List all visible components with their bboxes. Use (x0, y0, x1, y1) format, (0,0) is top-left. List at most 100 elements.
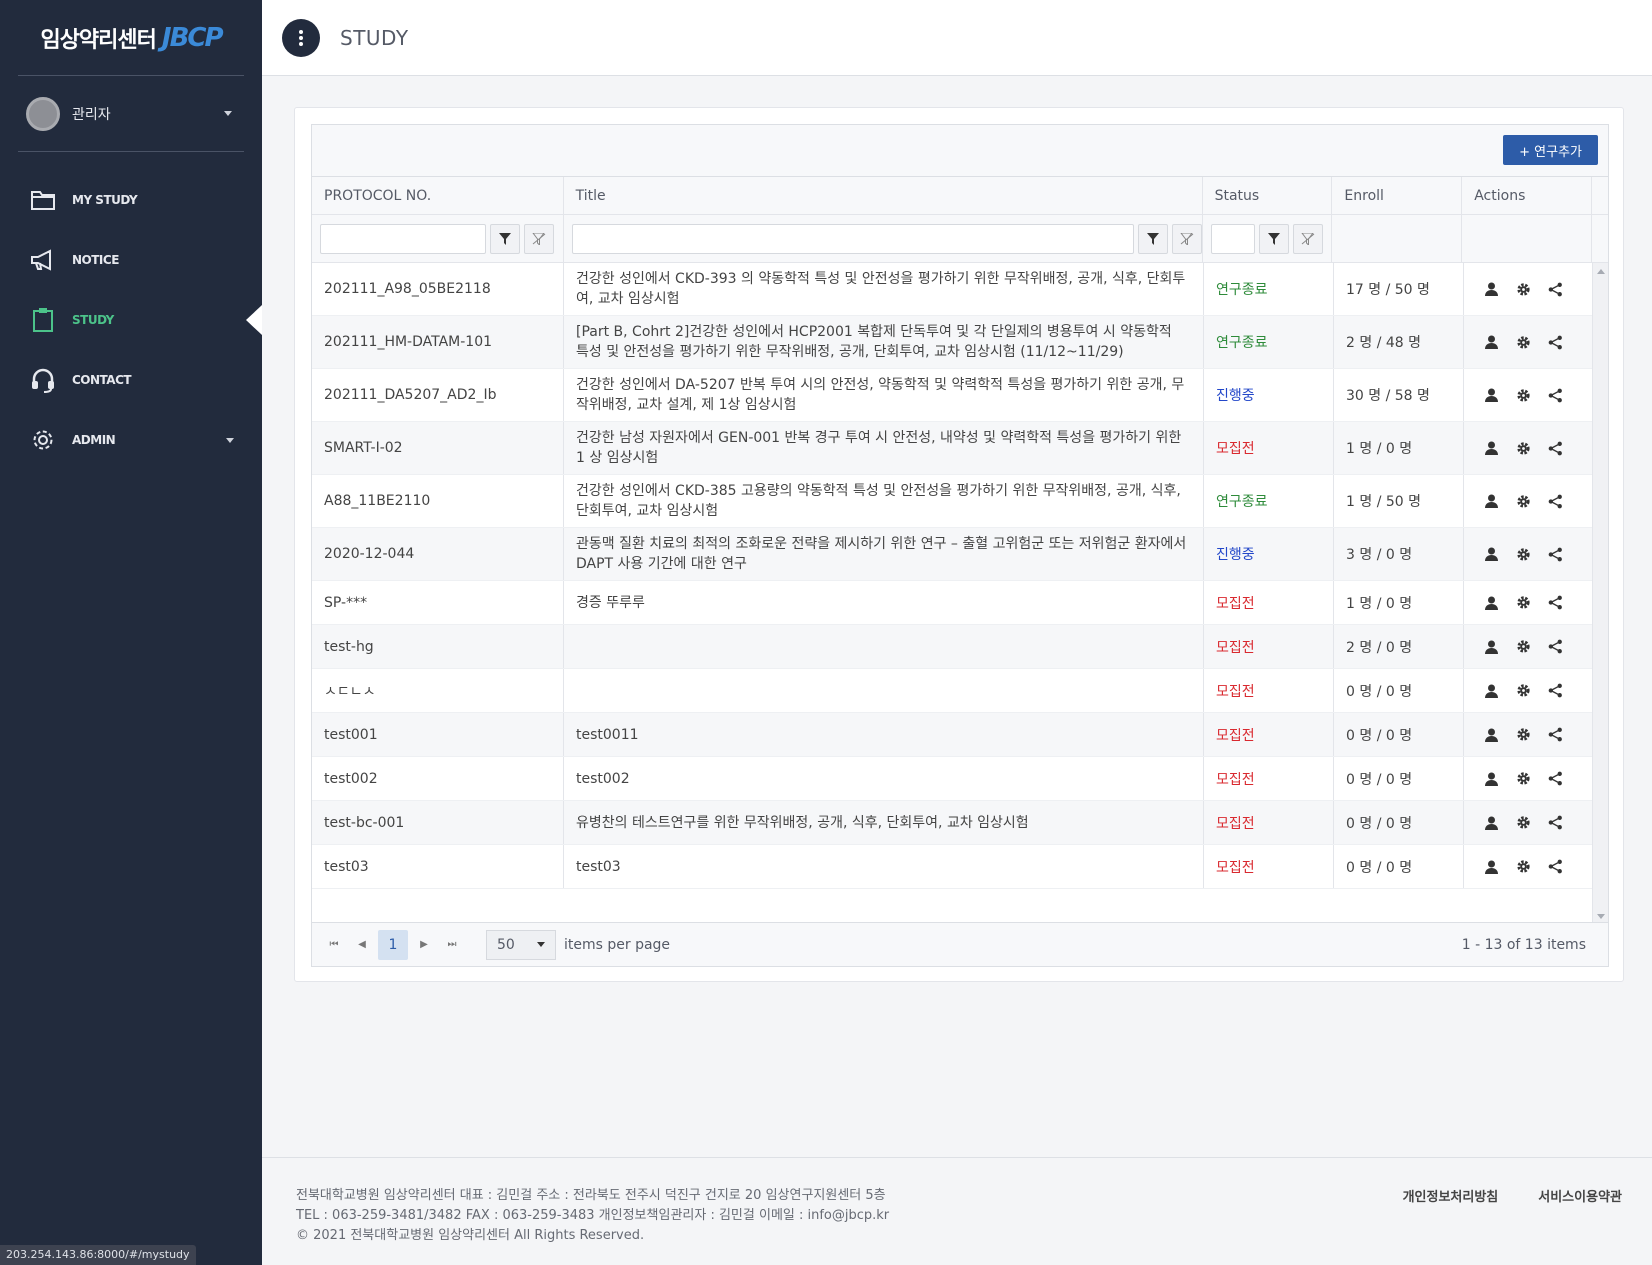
settings-icon[interactable] (1514, 682, 1532, 700)
title-cell[interactable]: [Part B, Cohrt 2]건강한 성인에서 HCP2001 복합제 단독… (564, 316, 1204, 368)
user-icon[interactable] (1482, 439, 1500, 457)
protocol-cell[interactable]: A88_11BE2110 (312, 475, 564, 527)
user-icon[interactable] (1482, 545, 1500, 563)
sidebar-item-study[interactable]: STUDY (0, 290, 262, 350)
settings-icon[interactable] (1514, 594, 1532, 612)
share-icon[interactable] (1546, 386, 1564, 404)
table-row[interactable]: test03 test03 모집전 0 명 / 0 명 (312, 845, 1608, 889)
title-cell[interactable]: 관동맥 질환 치료의 최적의 조화로운 전략을 제시하기 위한 연구 – 출혈 … (564, 528, 1204, 580)
title-cell[interactable]: 경증 뚜루루 (564, 581, 1204, 624)
user-icon[interactable] (1482, 814, 1500, 832)
sidebar-item-contact[interactable]: CONTACT (0, 350, 262, 410)
settings-icon[interactable] (1514, 333, 1532, 351)
sidebar-item-my-study[interactable]: MY STUDY (0, 170, 262, 230)
title-cell[interactable]: test03 (564, 845, 1204, 888)
user-icon[interactable] (1482, 280, 1500, 298)
protocol-cell[interactable]: test-hg (312, 625, 564, 668)
table-row[interactable]: ㅅㄷㄴㅅ 모집전 0 명 / 0 명 (312, 669, 1608, 713)
next-page-button[interactable]: ▶ (410, 931, 438, 959)
terms-link[interactable]: 서비스이용약관 (1538, 1186, 1622, 1205)
share-icon[interactable] (1546, 726, 1564, 744)
user-icon[interactable] (1482, 726, 1500, 744)
share-icon[interactable] (1546, 682, 1564, 700)
settings-icon[interactable] (1514, 439, 1532, 457)
protocol-filter-input[interactable] (320, 223, 486, 254)
user-icon[interactable] (1482, 770, 1500, 788)
vertical-scrollbar[interactable] (1592, 263, 1608, 925)
status-filter-input[interactable] (1210, 223, 1255, 254)
title-cell[interactable] (564, 669, 1204, 712)
share-icon[interactable] (1546, 545, 1564, 563)
protocol-cell[interactable]: test-bc-001 (312, 801, 564, 844)
table-row[interactable]: 202111_A98_05BE2118 건강한 성인에서 CKD-393 의 약동… (312, 263, 1608, 316)
protocol-cell[interactable]: SP-*** (312, 581, 564, 624)
clear-filter-button[interactable] (1171, 223, 1202, 254)
user-icon[interactable] (1482, 333, 1500, 351)
settings-icon[interactable] (1514, 280, 1532, 298)
column-header-status[interactable]: Status (1203, 177, 1333, 214)
clear-filter-button[interactable] (1292, 223, 1323, 254)
share-icon[interactable] (1546, 439, 1564, 457)
protocol-cell[interactable]: test03 (312, 845, 564, 888)
settings-icon[interactable] (1514, 545, 1532, 563)
settings-icon[interactable] (1514, 638, 1532, 656)
user-icon[interactable] (1482, 594, 1500, 612)
protocol-cell[interactable]: 2020-12-044 (312, 528, 564, 580)
share-icon[interactable] (1546, 638, 1564, 656)
sidebar-item-admin[interactable]: ADMIN (0, 410, 262, 470)
table-row[interactable]: test001 test0011 모집전 0 명 / 0 명 (312, 713, 1608, 757)
user-menu[interactable]: 관리자 (18, 76, 244, 152)
share-icon[interactable] (1546, 858, 1564, 876)
menu-button[interactable] (282, 18, 320, 57)
table-row[interactable]: 2020-12-044 관동맥 질환 치료의 최적의 조화로운 전략을 제시하기 … (312, 528, 1608, 581)
protocol-cell[interactable]: 202111_DA5207_AD2_Ib (312, 369, 564, 421)
last-page-button[interactable]: ⏭ (438, 931, 466, 959)
user-icon[interactable] (1482, 638, 1500, 656)
clear-filter-button[interactable] (524, 223, 554, 254)
title-cell[interactable]: 유병찬의 테스트연구를 위한 무작위배정, 공개, 식후, 단회투여, 교차 임… (564, 801, 1204, 844)
filter-button[interactable] (490, 223, 520, 254)
title-cell[interactable] (564, 625, 1204, 668)
title-cell[interactable]: 건강한 남성 자원자에서 GEN-001 반복 경구 투여 시 안전성, 내약성… (564, 422, 1204, 474)
title-cell[interactable]: test002 (564, 757, 1204, 800)
settings-icon[interactable] (1514, 858, 1532, 876)
settings-icon[interactable] (1514, 492, 1532, 510)
page-number-button[interactable]: 1 (378, 929, 408, 960)
scroll-down-icon[interactable] (1597, 914, 1605, 919)
privacy-policy-link[interactable]: 개인정보처리방침 (1403, 1186, 1499, 1205)
table-row[interactable]: SP-*** 경증 뚜루루 모집전 1 명 / 0 명 (312, 581, 1608, 625)
share-icon[interactable] (1546, 814, 1564, 832)
table-row[interactable]: test002 test002 모집전 0 명 / 0 명 (312, 757, 1608, 801)
user-icon[interactable] (1482, 386, 1500, 404)
title-cell[interactable]: 건강한 성인에서 CKD-385 고용량의 약동학적 특성 및 안전성을 평가하… (564, 475, 1204, 527)
prev-page-button[interactable]: ◀ (348, 931, 376, 959)
table-row[interactable]: test-bc-001 유병찬의 테스트연구를 위한 무작위배정, 공개, 식후,… (312, 801, 1608, 845)
filter-button[interactable] (1137, 223, 1168, 254)
filter-button[interactable] (1258, 223, 1289, 254)
share-icon[interactable] (1546, 770, 1564, 788)
add-study-button[interactable]: + 연구추가 (1503, 135, 1598, 165)
settings-icon[interactable] (1514, 726, 1532, 744)
table-row[interactable]: 202111_DA5207_AD2_Ib 건강한 성인에서 DA-5207 반복 … (312, 369, 1608, 422)
settings-icon[interactable] (1514, 770, 1532, 788)
scroll-up-icon[interactable] (1597, 269, 1605, 274)
share-icon[interactable] (1546, 594, 1564, 612)
user-icon[interactable] (1482, 492, 1500, 510)
user-icon[interactable] (1482, 858, 1500, 876)
first-page-button[interactable]: ⏮ (320, 931, 348, 959)
settings-icon[interactable] (1514, 386, 1532, 404)
sidebar-item-notice[interactable]: NOTICE (0, 230, 262, 290)
title-cell[interactable]: 건강한 성인에서 CKD-393 의 약동학적 특성 및 안전성을 평가하기 위… (564, 263, 1204, 315)
share-icon[interactable] (1546, 492, 1564, 510)
user-icon[interactable] (1482, 682, 1500, 700)
table-row[interactable]: SMART-I-02 건강한 남성 자원자에서 GEN-001 반복 경구 투여 … (312, 422, 1608, 475)
protocol-cell[interactable]: 202111_HM-DATAM-101 (312, 316, 564, 368)
page-size-select[interactable]: 50 (486, 929, 556, 960)
protocol-cell[interactable]: 202111_A98_05BE2118 (312, 263, 564, 315)
brand-logo[interactable]: 임상약리센터 JBCP (18, 0, 244, 76)
title-cell[interactable]: 건강한 성인에서 DA-5207 반복 투여 시의 안전성, 약동학적 및 약력… (564, 369, 1204, 421)
protocol-cell[interactable]: ㅅㄷㄴㅅ (312, 669, 564, 712)
column-header-protocol[interactable]: PROTOCOL NO. (312, 177, 564, 214)
table-row[interactable]: test-hg 모집전 2 명 / 0 명 (312, 625, 1608, 669)
settings-icon[interactable] (1514, 814, 1532, 832)
